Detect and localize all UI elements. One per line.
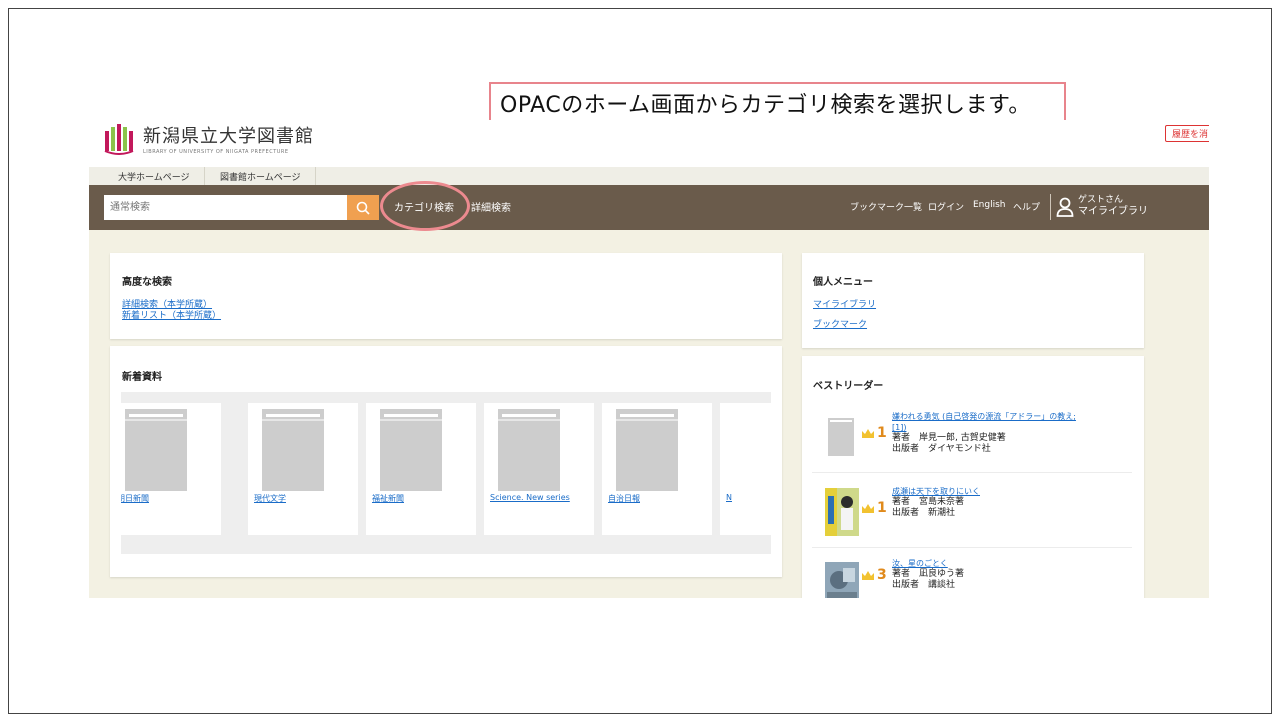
book-card[interactable]: N	[720, 403, 771, 535]
advanced-search-title: 高度な検索	[122, 277, 172, 288]
book-placeholder-icon	[262, 409, 324, 491]
best-reader-title-link[interactable]: 汝、星のごとく	[892, 558, 964, 569]
library-name: 新潟県立大学図書館	[143, 125, 314, 147]
personal-menu-title: 個人メニュー	[813, 277, 873, 288]
book-title-link[interactable]: 朝日新聞	[121, 493, 149, 504]
search-button[interactable]	[347, 195, 379, 220]
book-card[interactable]: Science. New series	[484, 403, 594, 535]
login-link[interactable]: ログイン	[928, 200, 964, 213]
top-links-bar: 大学ホームページ 図書館ホームページ	[89, 167, 1209, 185]
user-icon[interactable]	[1056, 197, 1074, 221]
nav-divider	[1050, 194, 1051, 220]
personal-menu-panel: 個人メニュー マイライブラリ ブックマーク	[802, 253, 1144, 348]
best-reader-title-link-cont[interactable]: [1])	[892, 422, 1076, 433]
rank-number: 1	[877, 425, 887, 441]
book-card[interactable]: 朝日新聞	[121, 403, 221, 535]
best-reader-title-link[interactable]: 嫌われる勇気 (自己啓発の源流「アドラー」の教え;	[892, 411, 1076, 422]
help-link[interactable]: ヘルプ	[1013, 200, 1040, 213]
advanced-search-panel: 高度な検索 詳細検索（本学所蔵） 新着リスト（本学所蔵）	[110, 253, 782, 339]
my-library-link[interactable]: マイライブラリ	[813, 297, 876, 310]
library-name-english: LIBRARY OF UNIVERSITY OF NIIGATA PREFECT…	[143, 148, 289, 155]
new-items-carousel[interactable]: 朝日新聞 現代文学 福祉新聞 Science. New series 自治日報	[121, 392, 771, 554]
book-placeholder-icon	[498, 409, 560, 491]
advanced-search-link[interactable]: 詳細検索	[471, 199, 511, 214]
book-title-link[interactable]: 自治日報	[608, 493, 640, 504]
book-title-link[interactable]: 現代文学	[254, 493, 286, 504]
book-card[interactable]: 福祉新聞	[366, 403, 476, 535]
english-link[interactable]: English	[973, 200, 1006, 210]
book-title-link[interactable]: Science. New series	[490, 493, 570, 502]
instruction-callout: OPACのホーム画面からカテゴリ検索を選択します。	[489, 82, 1066, 123]
category-search-highlight	[380, 181, 470, 231]
best-reader-item: 3 汝、星のごとく 著者 凪良ゆう著 出版者 講談社	[812, 552, 1132, 598]
library-logo-icon	[103, 121, 135, 155]
crown-icon	[862, 429, 874, 438]
best-reader-info: 嫌われる勇気 (自己啓発の源流「アドラー」の教え; [1]) 著者 岸見一郎, …	[892, 411, 1076, 455]
best-reader-publisher: 出版者 講談社	[892, 580, 956, 590]
search-input[interactable]	[104, 195, 349, 220]
book-cover-thumbnail	[825, 562, 859, 598]
book-card[interactable]: 現代文学	[248, 403, 358, 535]
library-homepage-link[interactable]: 図書館ホームページ	[206, 167, 316, 185]
new-items-title: 新着資料	[122, 372, 162, 383]
crown-icon	[862, 571, 874, 580]
book-placeholder-icon	[380, 409, 442, 491]
best-reader-author: 著者 岸見一郎, 古賀史健著	[892, 433, 1006, 443]
book-title-link[interactable]: 福祉新聞	[372, 493, 404, 504]
best-reader-info: 成瀬は天下を取りにいく 著者 宮島未奈著 出版者 新潮社	[892, 486, 980, 519]
my-library-nav-link: マイライブラリ	[1078, 206, 1148, 217]
best-reader-publisher: 出版者 ダイヤモンド社	[892, 444, 991, 454]
bookmark-list-link[interactable]: ブックマーク一覧	[850, 200, 922, 213]
library-logo[interactable]: 新潟県立大学図書館 LIBRARY OF UNIVERSITY OF NIIGA…	[103, 121, 314, 155]
search-icon	[356, 201, 370, 215]
best-reader-title: ベストリーダー	[813, 381, 884, 392]
best-reader-item: 1 成瀬は天下を取りにいく 著者 宮島未奈著 出版者 新潮社	[812, 476, 1132, 548]
main-navbar: カテゴリ検索 詳細検索 ブックマーク一覧 ログイン English ヘルプ ゲス…	[89, 185, 1209, 230]
main-content: 高度な検索 詳細検索（本学所蔵） 新着リスト（本学所蔵） 新着資料 朝日新聞 現…	[89, 230, 1209, 598]
book-placeholder-icon	[125, 409, 187, 491]
book-title-link[interactable]: N	[726, 493, 732, 502]
bookmark-link[interactable]: ブックマーク	[813, 317, 867, 330]
new-items-panel: 新着資料 朝日新聞 現代文学 福祉新聞 Science. New series	[110, 346, 782, 577]
book-placeholder-icon	[616, 409, 678, 491]
callout-text: OPACのホーム画面からカテゴリ検索を選択します。	[500, 92, 1031, 118]
best-reader-panel: ベストリーダー 1 嫌われる勇気 (自己啓発の源流「アドラー」の教え; [1])…	[802, 356, 1144, 598]
best-reader-author: 著者 凪良ゆう著	[892, 569, 965, 579]
best-reader-author: 著者 宮島未奈著	[892, 497, 965, 507]
rank-number: 3	[877, 567, 887, 583]
rank-number: 1	[877, 500, 887, 516]
book-card[interactable]: 自治日報	[602, 403, 712, 535]
best-reader-info: 汝、星のごとく 著者 凪良ゆう著 出版者 講談社	[892, 558, 964, 591]
best-reader-item: 1 嫌われる勇気 (自己啓発の源流「アドラー」の教え; [1]) 著者 岸見一郎…	[812, 401, 1132, 473]
guest-name: ゲストさん	[1078, 195, 1124, 205]
book-placeholder-icon	[828, 418, 854, 456]
crown-icon	[862, 504, 874, 513]
best-reader-publisher: 出版者 新潮社	[892, 508, 956, 518]
new-arrivals-list-link[interactable]: 新着リスト（本学所蔵）	[122, 308, 221, 321]
best-reader-title-link[interactable]: 成瀬は天下を取りにいく	[892, 486, 980, 497]
clear-history-button[interactable]: 履歴を消	[1164, 125, 1209, 142]
book-cover-thumbnail	[825, 488, 859, 536]
university-homepage-link[interactable]: 大学ホームページ	[104, 167, 205, 185]
user-menu[interactable]: ゲストさん マイライブラリ	[1078, 195, 1148, 217]
opac-screenshot: 新潟県立大学図書館 LIBRARY OF UNIVERSITY OF NIIGA…	[89, 120, 1209, 598]
